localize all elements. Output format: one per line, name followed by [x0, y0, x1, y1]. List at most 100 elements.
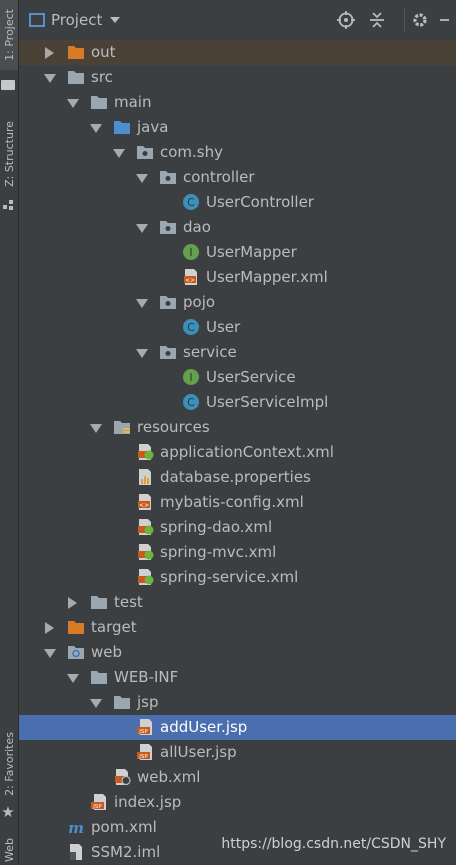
- tab-web[interactable]: Web: [0, 836, 18, 864]
- collapse-all-icon[interactable]: [366, 9, 388, 31]
- tree-node-label: web: [91, 643, 123, 661]
- tree-node[interactable]: spring-dao.xml: [19, 515, 456, 540]
- expanded-arrow-icon[interactable]: [136, 349, 148, 358]
- folder-icon: [90, 593, 108, 611]
- expanded-arrow-icon[interactable]: [136, 224, 148, 233]
- web-xml-icon: [113, 768, 131, 786]
- collapsed-arrow-icon[interactable]: [68, 597, 77, 609]
- tree-node-label: mybatis-config.xml: [160, 493, 304, 511]
- tree-node[interactable]: controller: [19, 165, 456, 190]
- folder-icon: [67, 68, 85, 86]
- star-icon: ★: [1, 803, 15, 821]
- tree-node[interactable]: <> mybatis-config.xml: [19, 490, 456, 515]
- folder-orange-icon: [67, 43, 85, 61]
- expanded-arrow-icon[interactable]: [136, 174, 148, 183]
- svg-text:C: C: [187, 396, 195, 409]
- project-window-icon: [29, 13, 45, 27]
- tree-node[interactable]: service: [19, 340, 456, 365]
- tab-web-label: Web: [2, 838, 16, 862]
- expanded-arrow-icon[interactable]: [90, 124, 102, 133]
- tree-node-label: src: [91, 68, 113, 86]
- tab-favorites[interactable]: 2: Favorites: [0, 725, 18, 803]
- tree-node[interactable]: test: [19, 590, 456, 615]
- class-icon: C: [182, 318, 200, 336]
- tree-node[interactable]: main: [19, 90, 456, 115]
- tree-node-label: addUser.jsp: [160, 718, 248, 736]
- expanded-arrow-icon[interactable]: [44, 74, 56, 83]
- tree-node[interactable]: WEB-INF: [19, 665, 456, 690]
- tree-node-label: web.xml: [137, 768, 201, 786]
- expanded-arrow-icon[interactable]: [90, 699, 102, 708]
- expanded-arrow-icon[interactable]: [44, 649, 56, 658]
- tree-node[interactable]: C UserController: [19, 190, 456, 215]
- tree-node-label: User: [206, 318, 241, 336]
- tree-node[interactable]: I UserMapper: [19, 240, 456, 265]
- web-folder-icon: [67, 643, 85, 661]
- tree-node[interactable]: C User: [19, 315, 456, 340]
- expanded-arrow-icon[interactable]: [67, 99, 79, 108]
- collapsed-arrow-icon[interactable]: [45, 47, 54, 59]
- tree-node[interactable]: JSP addUser.jsp: [19, 715, 456, 740]
- svg-text:JSP: JSP: [92, 804, 102, 810]
- tab-structure[interactable]: Z: Structure: [0, 112, 18, 196]
- tree-node[interactable]: database.properties: [19, 465, 456, 490]
- resources-folder-icon: [113, 418, 131, 436]
- spring-xml-icon: [136, 568, 154, 586]
- gear-icon[interactable]: [409, 9, 431, 31]
- tree-node[interactable]: web: [19, 640, 456, 665]
- folder-icon: [90, 93, 108, 111]
- expanded-arrow-icon[interactable]: [67, 674, 79, 683]
- xml-icon: <>: [182, 268, 200, 286]
- tree-node[interactable]: resources: [19, 415, 456, 440]
- tree-node[interactable]: dao: [19, 215, 456, 240]
- svg-text:<>: <>: [185, 277, 195, 284]
- tree-node[interactable]: spring-mvc.xml: [19, 540, 456, 565]
- tree-node[interactable]: pojo: [19, 290, 456, 315]
- tab-project[interactable]: 1: Project: [0, 0, 18, 70]
- jsp-icon: JSP: [90, 793, 108, 811]
- watermark: https://blog.csdn.net/CSDN_SHY: [221, 836, 446, 852]
- tree-node[interactable]: applicationContext.xml: [19, 440, 456, 465]
- tree-node[interactable]: <> UserMapper.xml: [19, 265, 456, 290]
- tree-node[interactable]: out: [19, 40, 456, 65]
- package-icon: [159, 168, 177, 186]
- folder-icon: [90, 668, 108, 686]
- tree-node-label: database.properties: [160, 468, 311, 486]
- tree-node-label: com.shy: [160, 143, 224, 161]
- svg-text:JSP: JSP: [138, 729, 148, 735]
- hide-panel-icon[interactable]: [437, 9, 451, 31]
- toolbar-divider: [404, 8, 405, 32]
- svg-text:C: C: [187, 196, 195, 209]
- svg-text:I: I: [189, 246, 192, 259]
- tree-node[interactable]: web.xml: [19, 765, 456, 790]
- tree-node[interactable]: src: [19, 65, 456, 90]
- tree-node-label: out: [91, 43, 116, 61]
- tool-window-strip: 1: Project Z: Structure 2: Favorites ★ W…: [0, 0, 19, 864]
- spring-xml-icon: [136, 543, 154, 561]
- expanded-arrow-icon[interactable]: [113, 149, 125, 158]
- locate-icon[interactable]: [335, 9, 357, 31]
- project-view-selector[interactable]: Project: [29, 9, 121, 31]
- expanded-arrow-icon[interactable]: [136, 299, 148, 308]
- tree-node[interactable]: java: [19, 115, 456, 140]
- tree-node-label: spring-service.xml: [160, 568, 299, 586]
- tree-node[interactable]: JSP allUser.jsp: [19, 740, 456, 765]
- collapsed-arrow-icon[interactable]: [45, 622, 54, 634]
- tree-node-label: main: [114, 93, 152, 111]
- tree-node-label: UserServiceImpl: [206, 393, 329, 411]
- tree-node[interactable]: JSP index.jsp: [19, 790, 456, 815]
- tree-node[interactable]: spring-service.xml: [19, 565, 456, 590]
- tree-node-label: index.jsp: [114, 793, 182, 811]
- tree-node[interactable]: target: [19, 615, 456, 640]
- tree-node[interactable]: com.shy: [19, 140, 456, 165]
- tree-node[interactable]: I UserService: [19, 365, 456, 390]
- tree-node-label: SSM2.iml: [91, 843, 161, 861]
- spring-xml-icon: [136, 518, 154, 536]
- svg-text:<>: <>: [139, 502, 149, 509]
- expanded-arrow-icon[interactable]: [90, 424, 102, 433]
- tree-node-label: spring-mvc.xml: [160, 543, 277, 561]
- tree-node[interactable]: jsp: [19, 690, 456, 715]
- project-tree: out src main java com.shy controller C UserCont…: [19, 40, 456, 864]
- tree-node[interactable]: C UserServiceImpl: [19, 390, 456, 415]
- chevron-down-icon: [110, 17, 121, 23]
